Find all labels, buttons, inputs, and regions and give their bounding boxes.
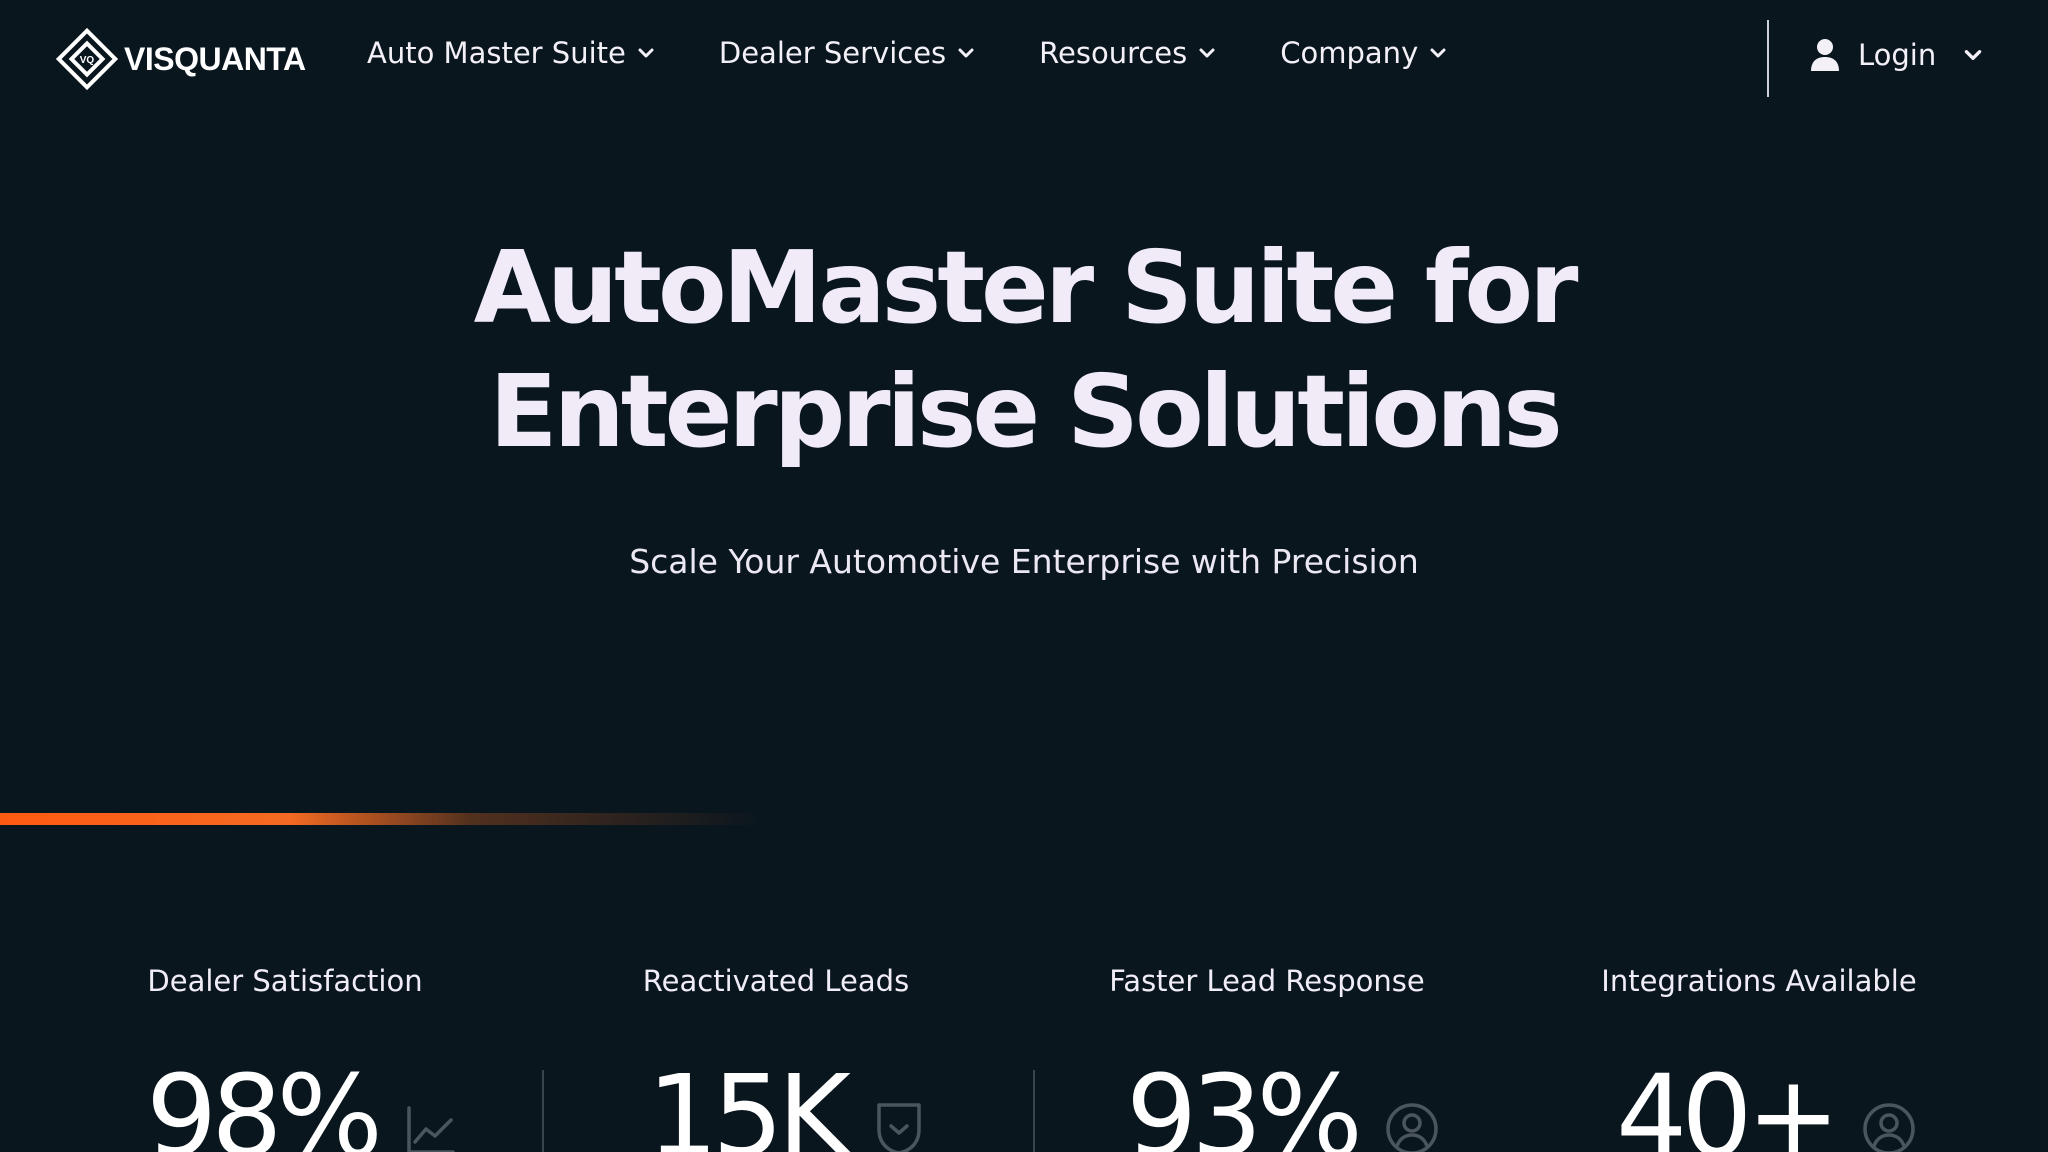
- stat-dealer-satisfaction: Dealer Satisfaction 98%: [50, 964, 520, 1152]
- stat-value: 93%: [1126, 1052, 1363, 1152]
- brand-diamond-icon: VQ: [55, 27, 119, 91]
- stat-divider: [542, 1070, 544, 1152]
- stat-label: Reactivated Leads: [642, 964, 910, 998]
- page: VQ VISQUANTA Auto Master Suite Dealer Se…: [0, 0, 2048, 1152]
- nav-item-company[interactable]: Company: [1280, 36, 1448, 70]
- user-circle-icon: [1386, 1103, 1438, 1152]
- stat-label: Faster Lead Response: [1109, 964, 1425, 998]
- stat-value: 40+: [1616, 1052, 1840, 1152]
- user-icon: [1811, 39, 1839, 71]
- stat-value: 98%: [146, 1052, 383, 1152]
- accent-gradient-line: [0, 813, 760, 825]
- line-chart-icon: [407, 1106, 455, 1152]
- chevron-down-icon: [1430, 48, 1446, 58]
- svg-text:VQ: VQ: [80, 55, 95, 66]
- login-label: Login: [1858, 38, 1937, 72]
- stat-label: Integrations Available: [1601, 964, 1917, 998]
- chevron-down-icon: [638, 48, 654, 58]
- stat-value: 15K: [647, 1052, 851, 1152]
- stat-divider: [1033, 1070, 1035, 1152]
- stat-faster-lead-response: Faster Lead Response 93%: [1032, 964, 1502, 1152]
- stat-value-row: 93%: [1126, 1042, 1439, 1152]
- nav-item-label: Company: [1280, 36, 1419, 70]
- stat-value-row: 15K: [647, 1042, 925, 1152]
- nav-item-label: Resources: [1039, 36, 1188, 70]
- chevron-down-icon: [1199, 48, 1215, 58]
- nav-item-resources[interactable]: Resources: [1039, 36, 1217, 70]
- user-circle-icon: [1863, 1103, 1916, 1152]
- nav-item-auto-master-suite[interactable]: Auto Master Suite: [367, 36, 656, 70]
- hero-subtitle: Scale Your Automotive Enterprise with Pr…: [629, 542, 1419, 581]
- stat-value-row: 40+: [1616, 1042, 1916, 1152]
- chevron-down-icon: [958, 48, 974, 58]
- main-menu: Auto Master Suite Dealer Services Resour…: [367, 36, 1448, 70]
- brand-logo-link[interactable]: VQ VISQUANTA: [52, 24, 306, 94]
- hero-title-line-2: Enterprise Solutions: [489, 353, 1562, 470]
- nav-divider: [1767, 20, 1769, 97]
- stat-reactivated-leads: Reactivated Leads 15K: [541, 964, 1011, 1152]
- login-button[interactable]: Login: [1810, 38, 1984, 72]
- nav-item-dealer-services[interactable]: Dealer Services: [719, 36, 976, 70]
- top-navigation: VQ VISQUANTA Auto Master Suite Dealer Se…: [0, 0, 2048, 118]
- stat-value-row: 98%: [146, 1042, 457, 1152]
- hero-title: AutoMaster Suite for Enterprise Solution…: [0, 226, 2048, 474]
- brand-name: VISQUANTA: [124, 40, 306, 77]
- stat-label: Dealer Satisfaction: [147, 964, 423, 998]
- chevron-down-icon: [1965, 50, 1982, 60]
- hero-title-line-1: AutoMaster Suite for: [473, 229, 1579, 346]
- shield-check-icon: [877, 1103, 921, 1152]
- nav-item-label: Auto Master Suite: [367, 36, 626, 70]
- nav-item-label: Dealer Services: [718, 36, 947, 70]
- stat-integrations-available: Integrations Available 40+: [1524, 964, 1994, 1152]
